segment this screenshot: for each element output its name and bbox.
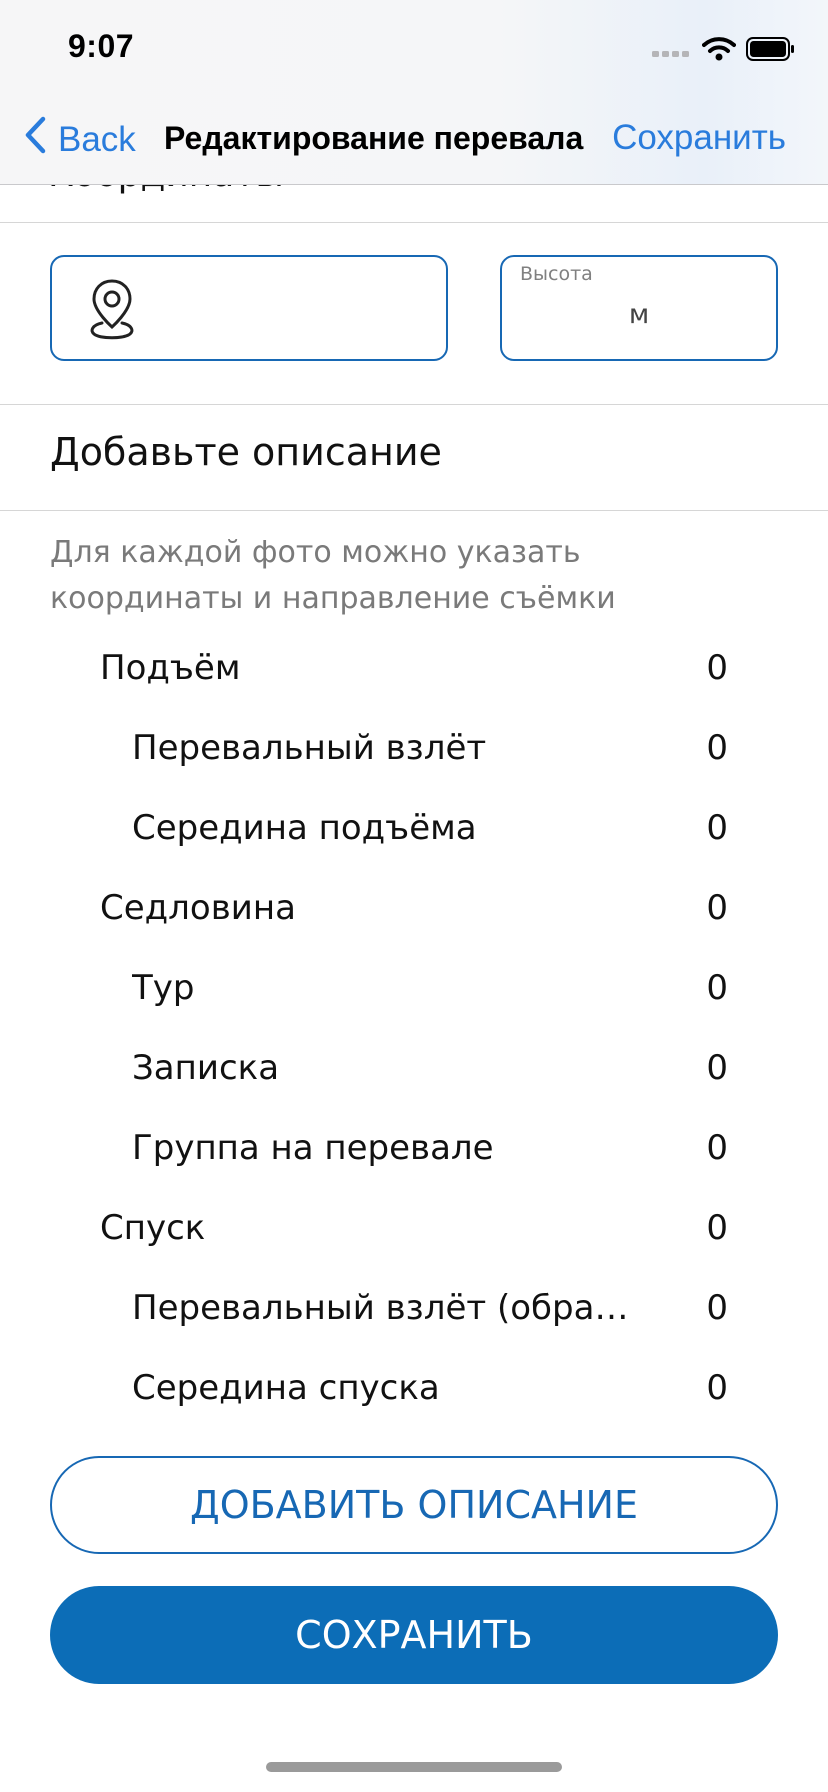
photo-category-count: 0 (706, 728, 728, 768)
photo-category-label: Середина подъёма (132, 808, 477, 848)
photo-category-row[interactable]: Перевальный взлёт 0 (0, 708, 828, 788)
status-time: 9:07 (68, 28, 135, 64)
status-icons (652, 36, 796, 66)
photo-category-label: Перевальный взлёт (обрат... (132, 1288, 632, 1328)
battery-icon (746, 37, 796, 65)
photo-category-row[interactable]: Спуск 0 (0, 1188, 828, 1268)
nav-save-button[interactable]: Сохранить (612, 118, 786, 158)
photo-category-count: 0 (706, 1208, 728, 1248)
photo-category-row[interactable]: Тур 0 (0, 948, 828, 1028)
height-unit: м (628, 299, 650, 330)
photo-category-label: Группа на перевале (132, 1128, 494, 1168)
section-divider (0, 222, 828, 223)
photo-category-count: 0 (706, 1288, 728, 1328)
page-title: Редактирование перевала (164, 120, 584, 156)
height-label: Высота (520, 263, 593, 285)
back-label: Back (58, 119, 136, 159)
add-description-title[interactable]: Добавьте описание (50, 430, 442, 474)
photo-category-label: Спуск (100, 1208, 206, 1248)
photo-category-count: 0 (706, 1048, 728, 1088)
photo-category-row[interactable]: Группа на перевале 0 (0, 1108, 828, 1188)
photo-category-row[interactable]: Седловина 0 (0, 868, 828, 948)
map-pin-icon (86, 277, 138, 347)
save-button[interactable]: СОХРАНИТЬ (50, 1586, 778, 1684)
section-divider (0, 404, 828, 405)
add-description-button[interactable]: ДОБАВИТЬ ОПИСАНИЕ (50, 1456, 778, 1554)
photo-category-row[interactable]: Записка 0 (0, 1028, 828, 1108)
chevron-left-icon (24, 116, 46, 163)
photo-category-count: 0 (706, 1368, 728, 1408)
photo-category-list: Подъём 0 Перевальный взлёт 0 Середина подъём… (0, 628, 828, 1428)
cellular-signal-icon (652, 42, 692, 61)
photo-category-count: 0 (706, 808, 728, 848)
back-button[interactable]: Back (24, 116, 136, 163)
photo-category-count: 0 (706, 1128, 728, 1168)
photo-category-label: Перевальный взлёт (132, 728, 487, 768)
coordinates-field[interactable] (50, 255, 448, 361)
photo-hint-text: Для каждой фото можно указать координаты… (50, 535, 616, 616)
section-divider (0, 510, 828, 511)
navigation-bar: 9:07 Back Редактирование перевала Сохран… (0, 0, 828, 185)
wifi-icon (702, 36, 736, 66)
photo-category-count: 0 (706, 648, 728, 688)
height-field[interactable]: Высота м (500, 255, 778, 361)
photo-category-label: Записка (132, 1048, 280, 1088)
photo-category-row[interactable]: Середина спуска 0 (0, 1348, 828, 1428)
photo-category-label: Подъём (100, 648, 241, 688)
photo-category-count: 0 (706, 968, 728, 1008)
photo-category-label: Середина спуска (132, 1368, 440, 1408)
home-indicator (266, 1762, 562, 1772)
photo-category-row[interactable]: Подъём 0 (0, 628, 828, 708)
photo-category-label: Тур (132, 968, 195, 1008)
photo-category-row[interactable]: Середина подъёма 0 (0, 788, 828, 868)
photo-category-count: 0 (706, 888, 728, 928)
photo-category-label: Седловина (100, 888, 296, 928)
photo-category-row[interactable]: Перевальный взлёт (обрат... 0 (0, 1268, 828, 1348)
